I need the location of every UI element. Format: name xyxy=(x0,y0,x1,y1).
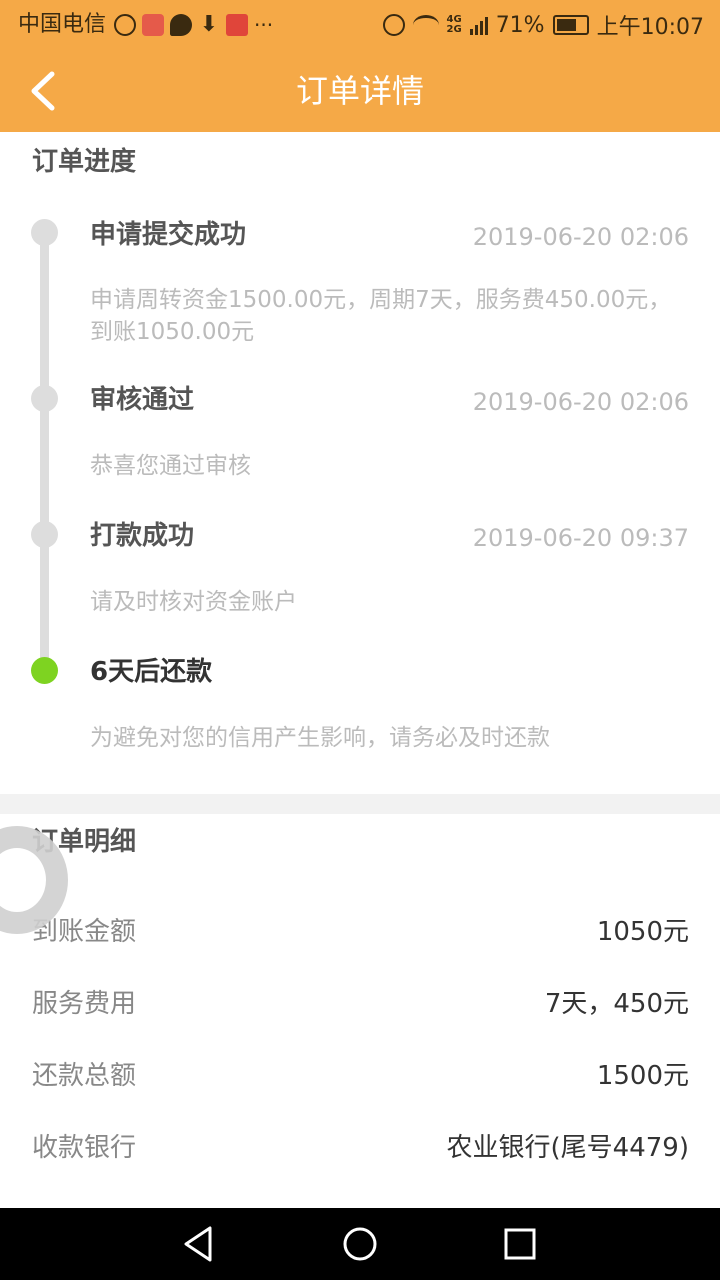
step-time: 2019-06-20 02:06 xyxy=(472,223,689,251)
detail-row: 服务费用 7天，450元 xyxy=(0,980,720,1028)
detail-row: 收款银行 农业银行(尾号4479) xyxy=(0,1124,720,1172)
detail-row: 到账金额 1050元 xyxy=(0,908,720,956)
more-notifications-icon: ··· xyxy=(254,13,274,37)
nav-recent-button[interactable] xyxy=(498,1222,542,1266)
step-time: 2019-06-20 09:37 xyxy=(472,524,689,552)
chat-icon xyxy=(170,14,192,36)
step-title: 打款成功 xyxy=(90,521,195,551)
step-title: 6天后还款 xyxy=(90,657,213,687)
detail-value: 1050元 xyxy=(596,917,689,947)
clock: 上午10:07 xyxy=(596,15,704,40)
step-description: 为避免对您的信用产生影响，请务必及时还款 xyxy=(90,725,550,751)
nav-back-button[interactable] xyxy=(178,1222,222,1266)
detail-label: 收款银行 xyxy=(32,1133,137,1163)
notification-icons: ⬇ ··· xyxy=(114,10,280,40)
detail-value: 1500元 xyxy=(596,1061,689,1091)
step-time: 2019-06-20 02:06 xyxy=(472,388,689,416)
owl-app-icon xyxy=(114,14,136,36)
navigation-bar xyxy=(0,1208,720,1280)
nav-home-icon xyxy=(343,1227,377,1261)
status-right: 4G 2G 71% 上午10:07 xyxy=(382,10,704,40)
step-description: 恭喜您通过审核 xyxy=(90,453,251,479)
timeline-dot xyxy=(31,521,58,548)
detail-value: 农业银行(尾号4479) xyxy=(446,1133,689,1163)
section-title: 订单进度 xyxy=(32,147,137,177)
wifi-icon xyxy=(412,15,439,35)
signal-icon xyxy=(469,15,488,35)
detail-row: 还款总额 1500元 xyxy=(0,1052,720,1100)
app-notification-icon xyxy=(226,14,248,36)
app-header: 订单详情 xyxy=(0,50,720,132)
download-icon: ⬇ xyxy=(199,12,219,37)
carrier-label: 中国电信 xyxy=(18,12,107,37)
section-divider xyxy=(0,794,720,814)
battery-icon xyxy=(552,15,589,35)
nav-back-icon xyxy=(184,1226,212,1262)
timeline-dot xyxy=(31,219,58,246)
page-title: 订单详情 xyxy=(295,72,424,110)
nav-recent-icon xyxy=(504,1228,536,1260)
detail-label: 服务费用 xyxy=(32,989,137,1019)
detail-label: 还款总额 xyxy=(32,1061,137,1091)
order-progress-section: 订单进度 申请提交成功 2019-06-20 02:06 申请周转资金1500.… xyxy=(0,132,720,794)
nav-home-button[interactable] xyxy=(338,1222,382,1266)
step-title: 申请提交成功 xyxy=(90,220,247,250)
step-description: 请及时核对资金账户 xyxy=(90,589,297,615)
timeline-line xyxy=(40,232,49,670)
step-title: 审核通过 xyxy=(90,385,195,415)
timeline-dot xyxy=(31,385,58,412)
timeline-dot-active xyxy=(31,657,58,684)
app-notification-icon xyxy=(142,14,164,36)
network-type: 4G 2G xyxy=(446,14,462,35)
battery-percent: 71% xyxy=(495,12,545,38)
detail-value: 7天，450元 xyxy=(544,989,689,1019)
order-detail-section: 订单明细 到账金额 1050元 服务费用 7天，450元 还款总额 1500元 … xyxy=(0,814,720,1208)
alarm-icon xyxy=(382,14,405,36)
step-description: 申请周转资金1500.00元，周期7天，服务费450.00元，到账1050.00… xyxy=(90,287,672,345)
status-bar: 中国电信 ⬇ ··· 4G 2G 71% 上午10:07 xyxy=(0,0,720,50)
